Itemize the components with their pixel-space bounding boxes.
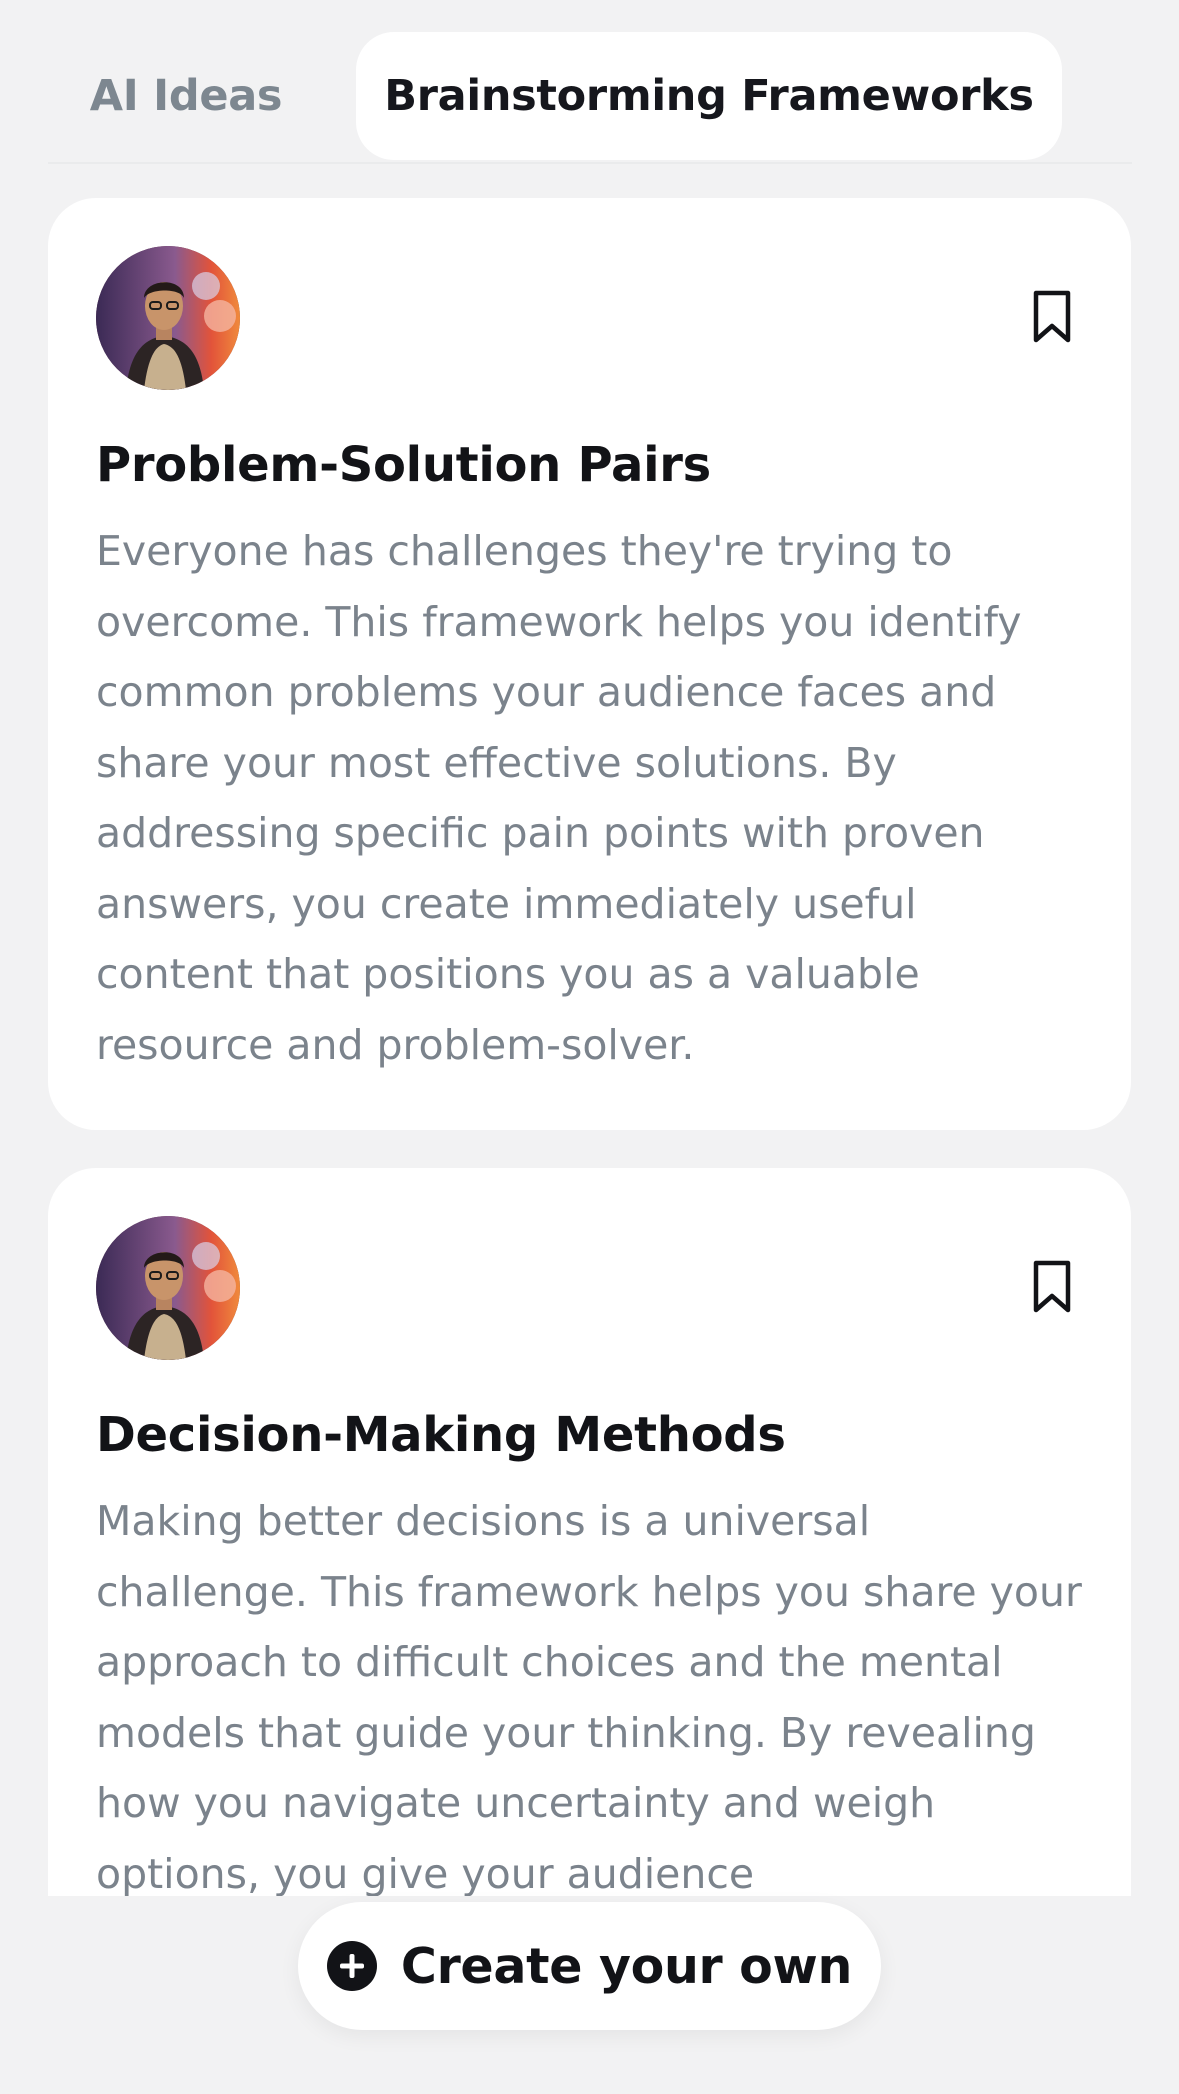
avatar [96, 246, 240, 390]
framework-card[interactable]: Decision-Making Methods Making better de… [48, 1168, 1131, 1896]
card-description: Making better decisions is a universal c… [96, 1497, 1082, 1896]
framework-list[interactable]: Problem-Solution Pairs Everyone has chal… [48, 198, 1131, 1896]
card-title: Problem-Solution Pairs [96, 437, 711, 493]
create-your-own-button[interactable]: Create your own [298, 1902, 881, 2030]
card-title: Decision-Making Methods [96, 1407, 786, 1463]
create-button-label: Create your own [400, 1937, 853, 1995]
tab-ai-ideas[interactable]: AI Ideas [70, 32, 302, 160]
plus-circle-icon [326, 1941, 377, 1991]
avatar [96, 1216, 240, 1360]
framework-card[interactable]: Problem-Solution Pairs Everyone has chal… [48, 198, 1131, 1130]
bookmark-icon[interactable] [1032, 1260, 1072, 1314]
tab-bar: AI Ideas Brainstorming Frameworks [0, 32, 1179, 162]
bookmark-icon[interactable] [1032, 290, 1072, 344]
tab-divider [48, 162, 1132, 164]
card-description: Everyone has challenges they're trying t… [96, 527, 1022, 1069]
tab-brainstorming-frameworks[interactable]: Brainstorming Frameworks [356, 32, 1062, 160]
